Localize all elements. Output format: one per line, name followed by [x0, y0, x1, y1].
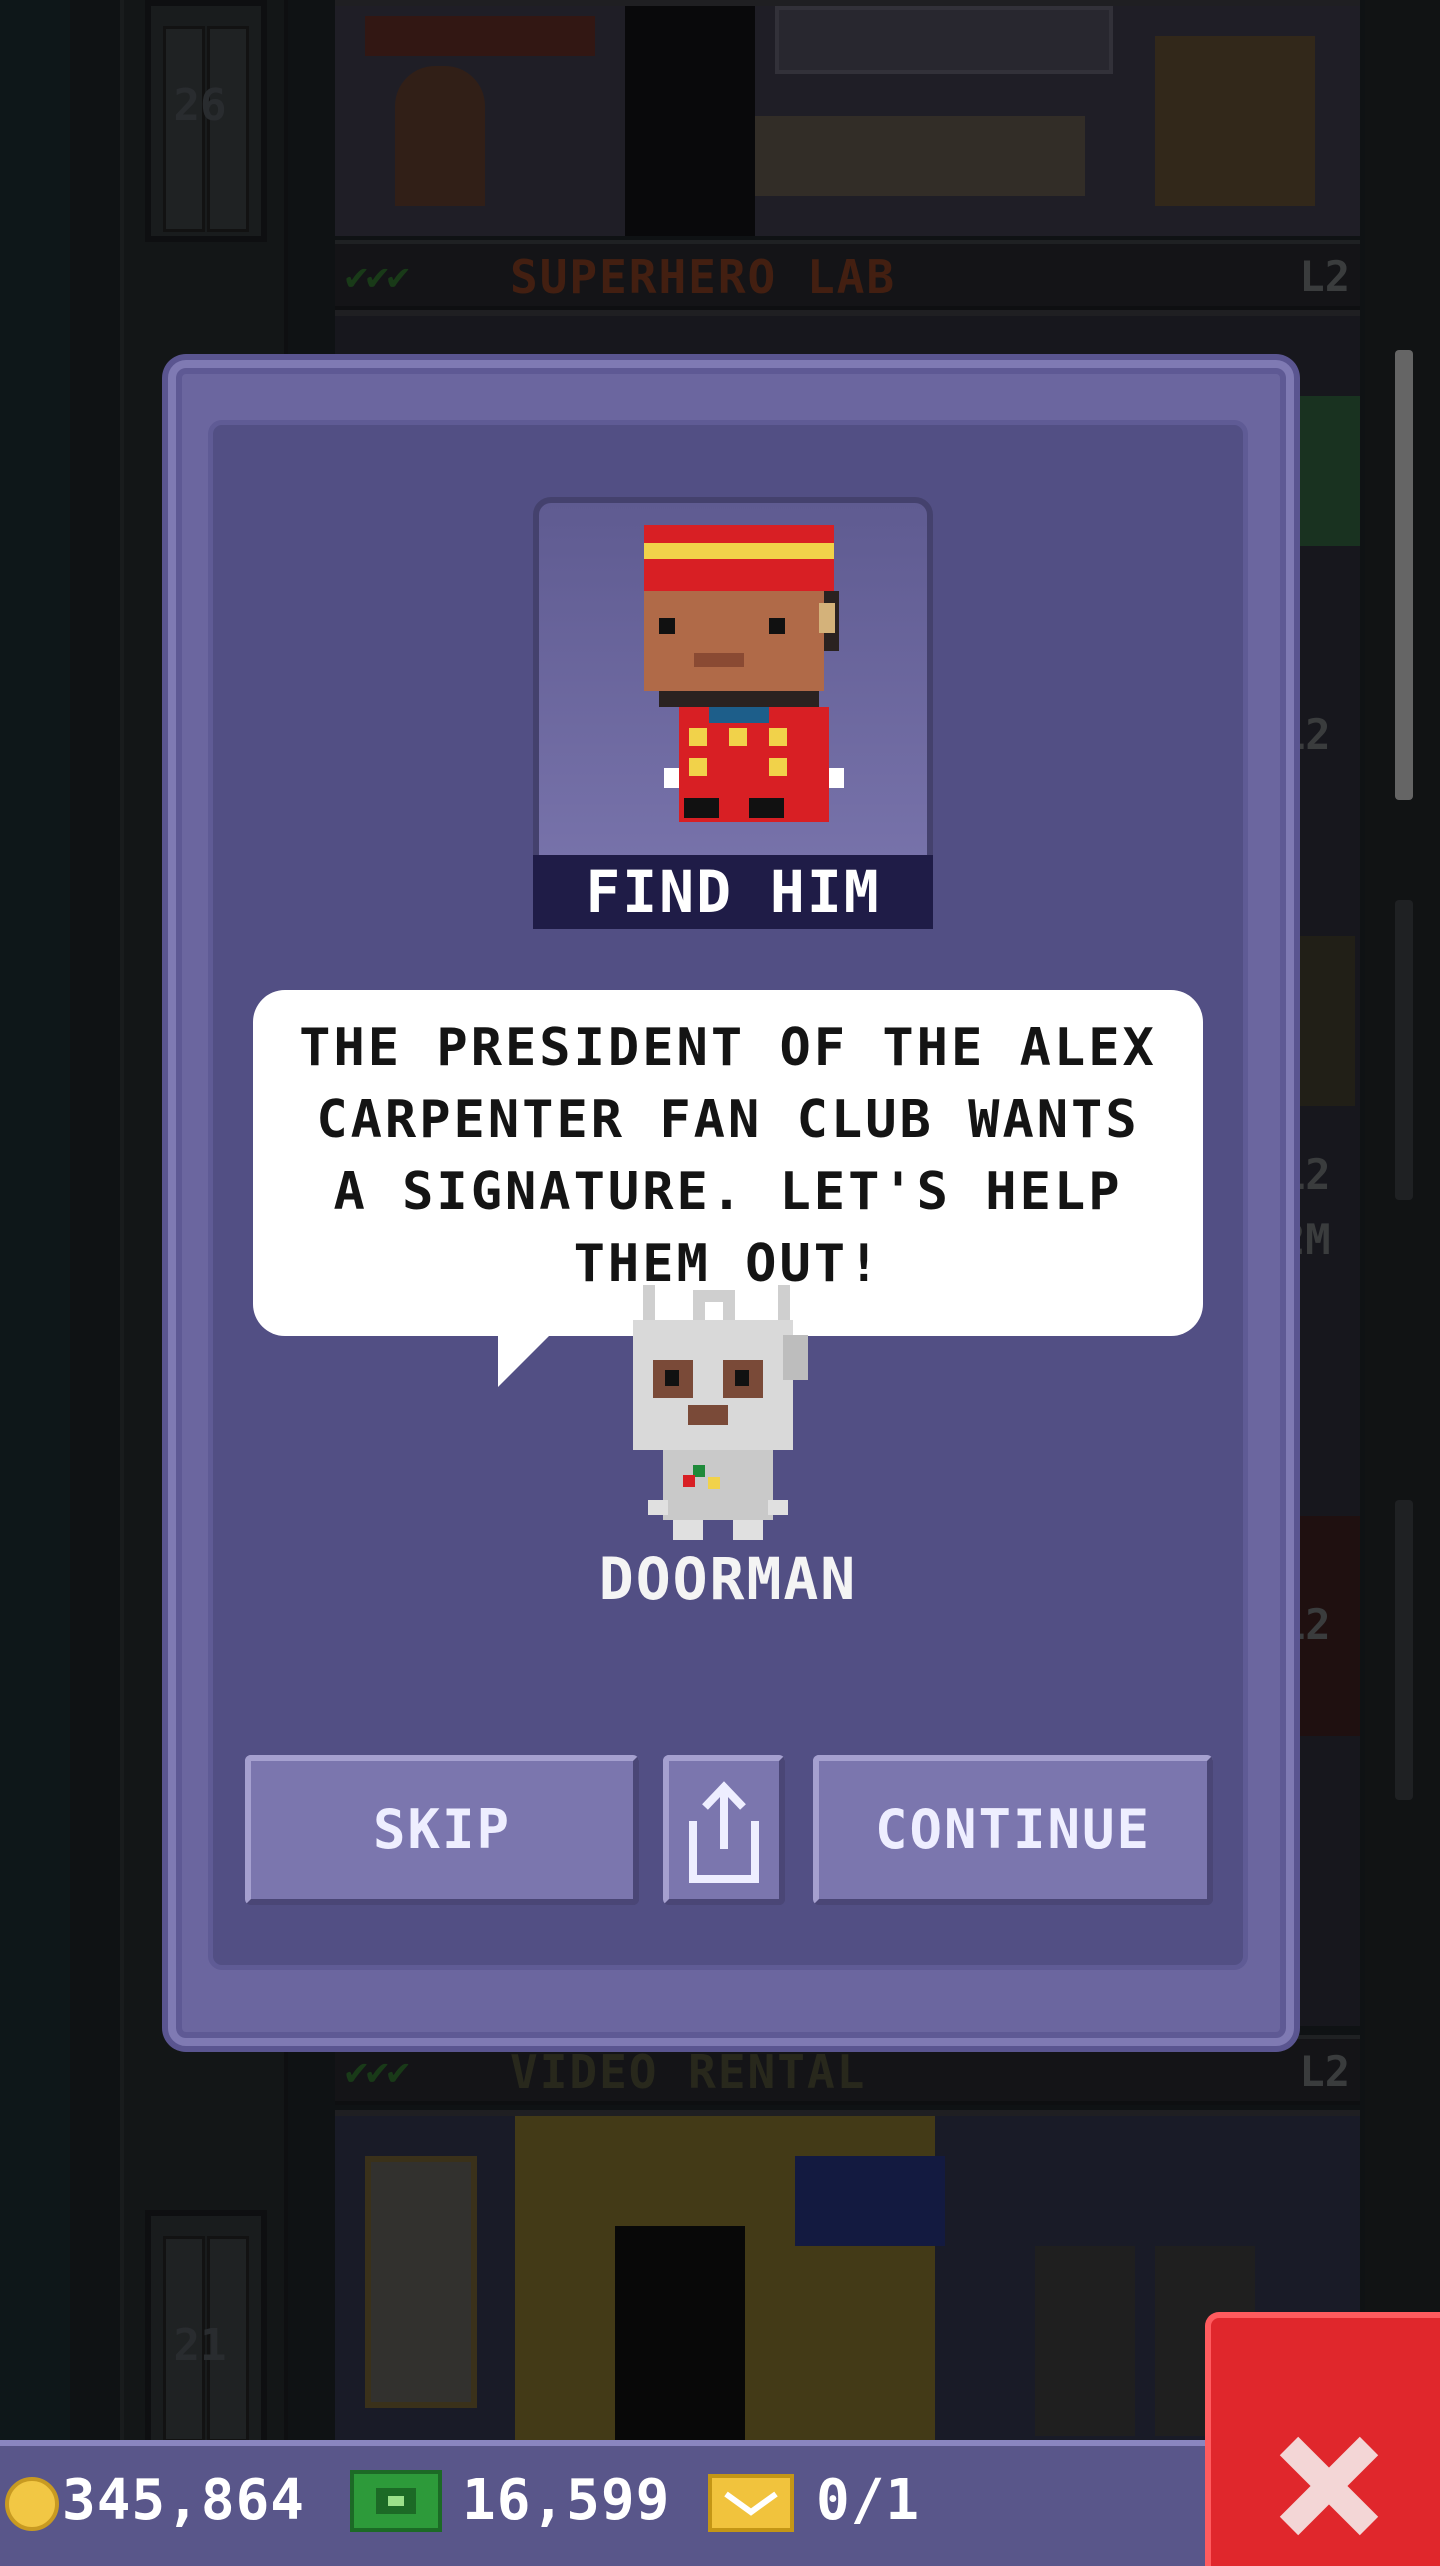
dialog-inner-panel: FIND HIM THE PRESIDENT OF THE ALEX CARPE… [208, 420, 1248, 1970]
bux-icon [350, 2470, 442, 2532]
mission-dialog: FIND HIM THE PRESIDENT OF THE ALEX CARPE… [168, 360, 1294, 2046]
close-icon [1279, 2436, 1379, 2536]
find-him-button[interactable]: FIND HIM [533, 855, 933, 929]
skip-button[interactable]: SKIP [245, 1755, 639, 1905]
ticket-icon [708, 2474, 794, 2532]
continue-button[interactable]: CONTINUE [813, 1755, 1213, 1905]
share-button[interactable] [663, 1755, 785, 1905]
bux-count: 16,599 [462, 2468, 671, 2533]
ticket-count: 0/1 [816, 2468, 921, 2533]
bellhop-avatar [644, 525, 844, 822]
coin-icon [5, 2477, 59, 2531]
portrait-frame[interactable] [533, 497, 933, 909]
close-button[interactable] [1205, 2312, 1440, 2566]
npc-name: DOORMAN [598, 1545, 858, 1613]
speech-bubble-tail [498, 1325, 560, 1387]
share-icon [689, 1781, 759, 1883]
robot-doorman-avatar [633, 1285, 808, 1540]
speech-text: THE PRESIDENT OF THE ALEX CARPENTER FAN … [299, 1018, 1157, 1294]
status-bar: 345,864 16,599 0/1 [0, 2440, 1210, 2566]
coin-count: 345,864 [62, 2468, 306, 2533]
